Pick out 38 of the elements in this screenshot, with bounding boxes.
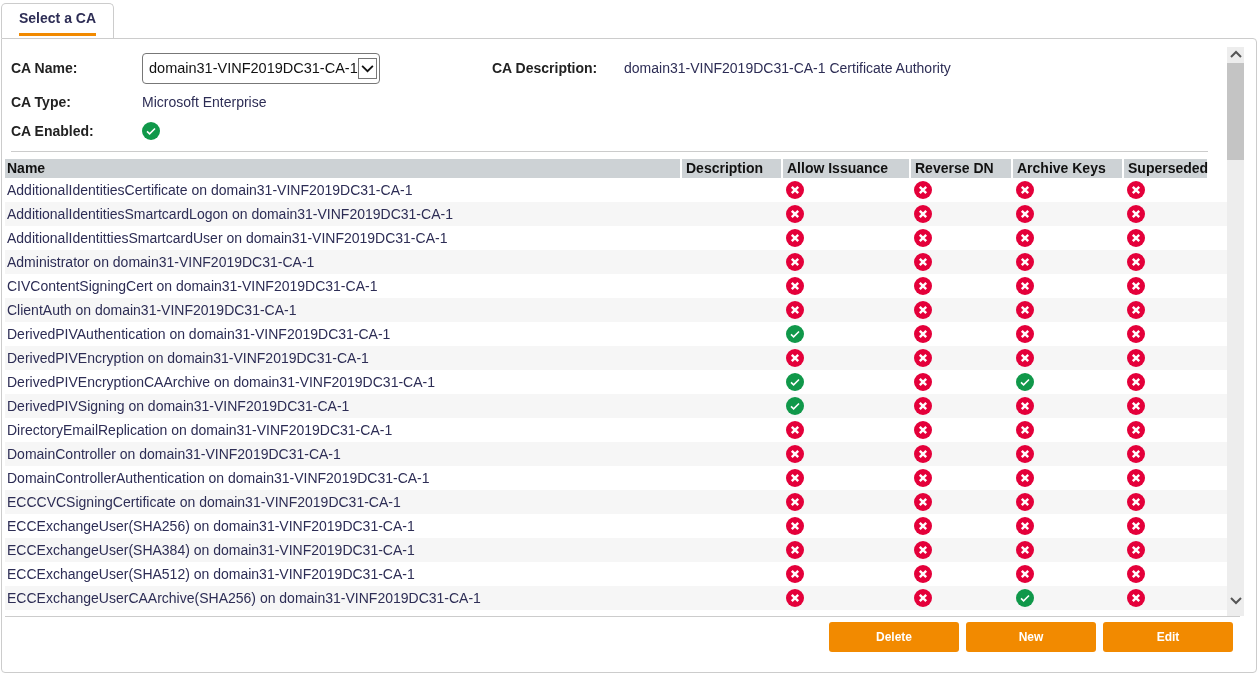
ca-type-label: CA Type: (11, 94, 72, 110)
table-cell-text: DerivedPIVEncryption on domain31-VINF2019DC31-CA-1 (6, 350, 370, 366)
table-cell-text: ECCExchangeUserCAArchive(SHA256) on domain31-VINF2019DC31-CA-1 (6, 590, 482, 606)
table-cell-text: DerivedPIVSigning on domain31-VINF2019DC31-CA-1 (6, 398, 351, 414)
ca-enabled-label: CA Enabled: (11, 123, 95, 139)
ca-type-value: Microsoft Enterprise (142, 94, 268, 110)
table-cell-text: AdditionalIdentittiesSmartcardUser on domain31-VINF2019DC31-CA-1 (6, 230, 449, 246)
table-cell-text: CIVContentSigningCert on domain31-VINF2019DC31-CA-1 (6, 278, 379, 294)
action-button[interactable]: New (966, 622, 1096, 652)
table-cell-text: ECCExchangeUser(SHA384) on domain31-VINF2019DC31-CA-1 (6, 542, 416, 558)
column-header: Allow Issuance (781, 159, 909, 178)
tab[interactable]: Select a CA (1, 3, 115, 38)
table-cell-text: Administrator on domain31-VINF2019DC31-CA-1 (6, 254, 316, 270)
action-button[interactable]: Delete (829, 622, 959, 652)
table-cell-text: ECCExchangeUser(SHA512) on domain31-VINF2019DC31-CA-1 (6, 566, 416, 582)
column-header: Description (680, 159, 781, 178)
table-cell-text: ECCCVCSigningCertificate on domain31-VINF2019DC31-CA-1 (6, 494, 402, 510)
column-header: Archive Keys (1011, 159, 1122, 178)
table-cell-text: AdditionalIdentitiesSmartcardLogon on domain31-VINF2019DC31-CA-1 (6, 206, 454, 222)
table-cell-text: DerivedPIVEncryptionCAArchive on domain31-VINF2019DC31-CA-1 (6, 374, 436, 390)
table-cell-text: DomainController on domain31-VINF2019DC31-CA-1 (6, 446, 342, 462)
table-cell-text: ECCExchangeUser(SHA256) on domain31-VINF2019DC31-CA-1 (6, 518, 416, 534)
table-cell-text: ClientAuth on domain31-VINF2019DC31-CA-1 (6, 302, 298, 318)
ca-name-label: CA Name: (11, 60, 79, 76)
table-cell-text: DerivedPIVAuthentication on domain31-VINF2019DC31-CA-1 (6, 326, 392, 342)
table-cell-text: AdditionalIdentitiesCertificate on domain31-VINF2019DC31-CA-1 (6, 182, 414, 198)
caret-icon (358, 57, 377, 79)
ca-name-dropdown[interactable]: domain31-VINF2019DC31-CA-1 (142, 52, 380, 84)
ca-description-value: domain31-VINF2019DC31-CA-1 Certificate Authority (624, 60, 952, 76)
table-cell-text: DomainControllerAuthentication on domain31-VINF2019DC31-CA-1 (6, 470, 431, 486)
column-header: Superseded (1122, 159, 1207, 178)
column-header: Name (6, 159, 47, 178)
action-button[interactable]: Edit (1103, 622, 1233, 652)
column-header: Reverse DN (909, 159, 1011, 178)
scrollbar-thumb[interactable] (1227, 63, 1244, 160)
ca-description-label: CA Description: (492, 60, 599, 76)
scrollbar[interactable] (1227, 47, 1244, 616)
table-cell-text: DirectoryEmailReplication on domain31-VINF2019DC31-CA-1 (6, 422, 394, 438)
